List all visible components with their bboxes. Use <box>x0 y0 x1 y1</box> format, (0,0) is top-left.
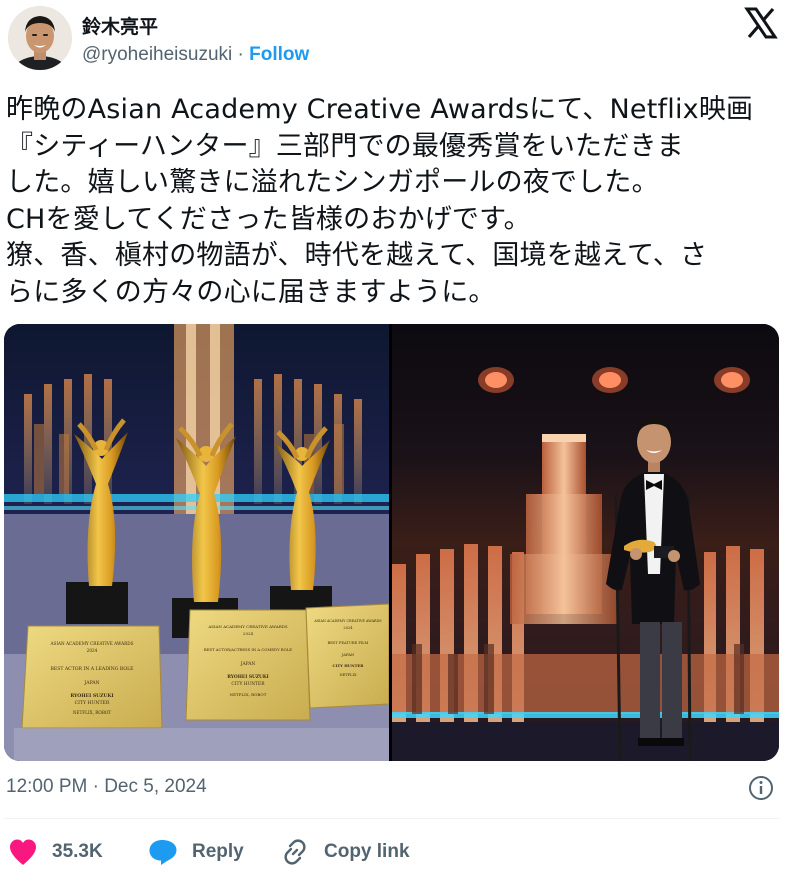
plaque-1: ASIAN ACADEMY CREATIVE AWARDS 2024 BEST … <box>21 625 163 729</box>
author-handle[interactable]: @ryoheiheisuzuki <box>82 44 232 65</box>
avatar[interactable] <box>8 6 72 70</box>
tweet-text-line: 獠、香、槇村の物語が、時代を越えて、国境を越えて、さ <box>6 240 708 271</box>
tweet-media: ASIAN ACADEMY CREATIVE AWARDS 2024 BEST … <box>4 324 779 761</box>
svg-text:BEST FEATURE FILM: BEST FEATURE FILM <box>328 641 369 645</box>
svg-text:RYOHEI SUZUKI: RYOHEI SUZUKI <box>70 693 113 699</box>
tweet-text-line: 昨晩のAsian Academy Creative Awardsにて、Netfl… <box>6 94 754 125</box>
svg-text:CITY HUNTER: CITY HUNTER <box>333 663 365 668</box>
svg-text:NETFLIX, ROBOT: NETFLIX, ROBOT <box>73 710 112 715</box>
tweet-text-line: した。嬉しい驚きに溢れたシンガポールの夜でした。 <box>6 167 659 198</box>
heart-icon <box>10 839 36 865</box>
plaque-3-header: ASIAN ACADEMY CREATIVE AWARDS <box>313 619 382 623</box>
svg-text:BEST ACTOR/ACTRESS IN A COMEDY: BEST ACTOR/ACTRESS IN A COMEDY ROLE <box>204 647 292 652</box>
follow-button[interactable]: Follow <box>249 44 309 65</box>
svg-text:NETFLIX: NETFLIX <box>339 673 356 677</box>
stage-photo[interactable] <box>392 324 779 761</box>
tweet-header: 鈴木亮平 @ryoheiheisuzuki · Follow <box>0 0 807 80</box>
copy-link-label: Copy link <box>324 841 410 862</box>
svg-text:2024: 2024 <box>343 626 353 630</box>
svg-text:RYOHEI SUZUKI: RYOHEI SUZUKI <box>227 675 268 680</box>
handle-separator: · <box>232 44 250 65</box>
author-display-name[interactable]: 鈴木亮平 <box>82 12 158 39</box>
link-icon <box>284 839 306 865</box>
plaque-3: ASIAN ACADEMY CREATIVE AWARDS 2024 BEST … <box>305 603 389 709</box>
svg-text:JAPAN: JAPAN <box>240 662 256 667</box>
svg-text:2024: 2024 <box>87 648 98 653</box>
plaque-1-header: ASIAN ACADEMY CREATIVE AWARDS <box>49 641 133 646</box>
author-handle-line: @ryoheiheisuzuki · Follow <box>82 44 309 66</box>
tweet-text-line: らに多くの方々の心に届きますように。 <box>6 276 496 308</box>
like-count: 35.3K <box>52 841 103 862</box>
reply-bubble-icon <box>149 840 177 865</box>
tweet-text-line: CHを愛してくださった皆様のおかげです。 <box>6 203 531 235</box>
plaque-2: ASIAN ACADEMY CREATIVE AWARDS 2024 BEST … <box>185 609 311 721</box>
svg-text:CITY HUNTER: CITY HUNTER <box>231 682 265 687</box>
tweet-text-line: 『シティーハンター』三部門での最優秀賞をいただきま <box>6 130 684 162</box>
tweet-timestamp[interactable]: 12:00 PM · Dec 5, 2024 <box>6 776 207 798</box>
svg-text:CITY HUNTER: CITY HUNTER <box>75 700 110 706</box>
copy-link-button[interactable]: Copy link <box>280 836 410 868</box>
tweet-text: 昨晩のAsian Academy Creative Awardsにて、Netfl… <box>6 92 796 311</box>
tweet-actions: 35.3K Reply Copy link <box>0 832 807 872</box>
trophies-photo[interactable]: ASIAN ACADEMY CREATIVE AWARDS 2024 BEST … <box>4 324 389 761</box>
svg-text:2024: 2024 <box>243 631 254 636</box>
divider <box>4 818 779 819</box>
svg-text:BEST ACTOR IN A LEADING ROLE: BEST ACTOR IN A LEADING ROLE <box>50 666 133 672</box>
like-button[interactable]: 35.3K <box>8 836 103 868</box>
x-logo-icon[interactable] <box>744 6 778 40</box>
svg-text:JAPAN: JAPAN <box>83 680 99 686</box>
svg-text:JAPAN: JAPAN <box>341 652 355 657</box>
reply-label: Reply <box>192 841 244 862</box>
svg-text:NETFLIX, ROBOT: NETFLIX, ROBOT <box>230 692 267 697</box>
plaque-2-header: ASIAN ACADEMY CREATIVE AWARDS <box>207 624 288 629</box>
info-icon[interactable] <box>748 775 774 801</box>
reply-button[interactable]: Reply <box>148 836 244 868</box>
